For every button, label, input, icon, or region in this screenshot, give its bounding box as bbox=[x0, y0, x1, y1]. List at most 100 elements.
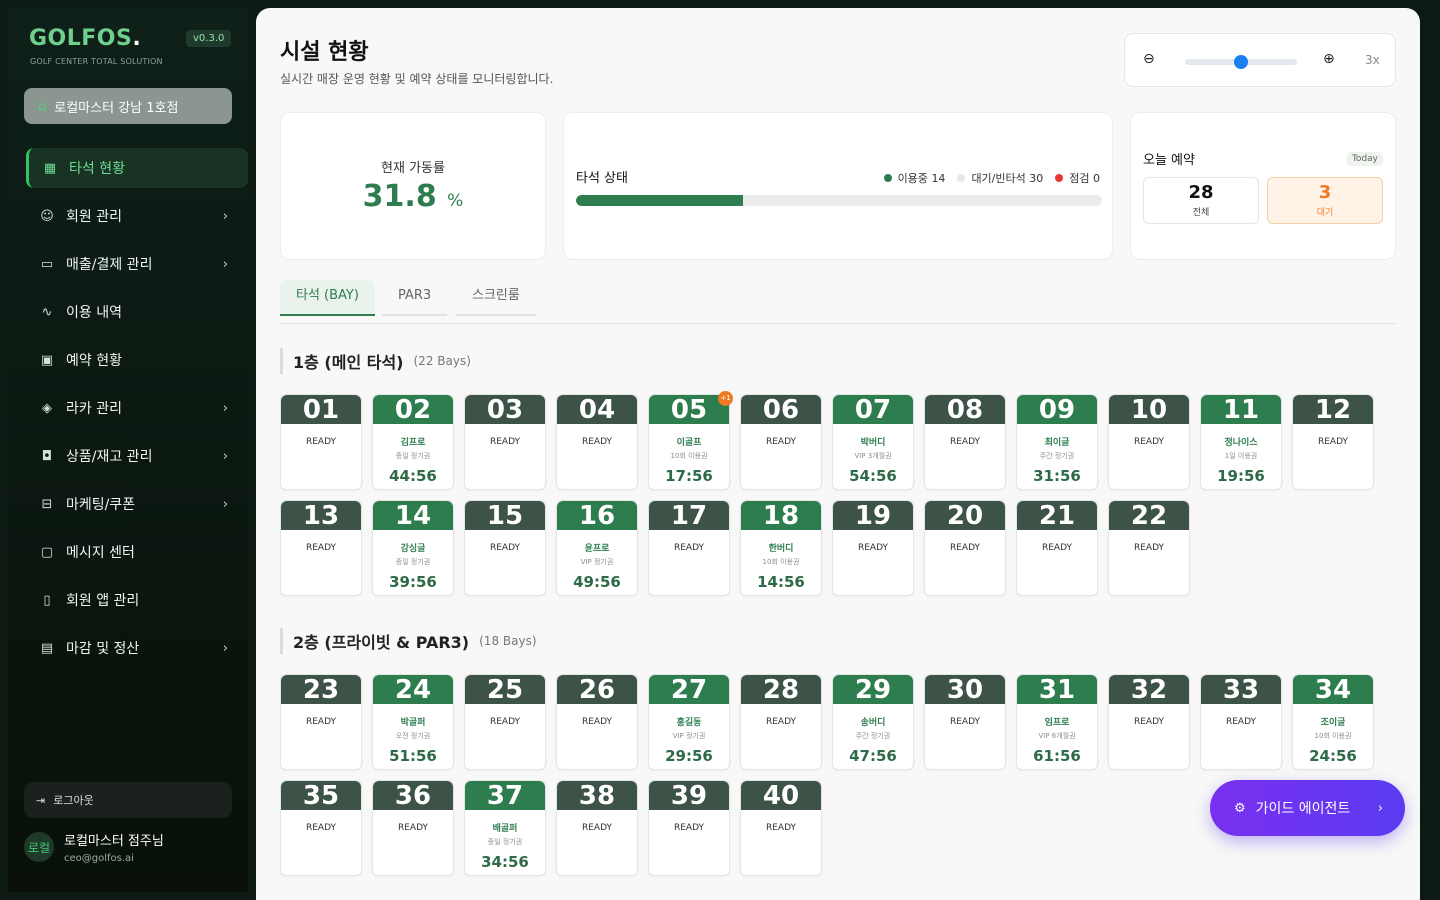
bay-card[interactable]: 06 READY bbox=[740, 394, 822, 490]
bay-card[interactable]: 03 READY bbox=[464, 394, 546, 490]
tab-2[interactable]: 스크린룸 bbox=[456, 280, 536, 316]
bay-card[interactable]: 08 READY bbox=[924, 394, 1006, 490]
bay-card[interactable]: 09 최이글 주간 정기권 31:56 bbox=[1016, 394, 1098, 490]
bay-card[interactable]: 11 정나이스 1일 이용권 19:56 bbox=[1200, 394, 1282, 490]
bay-number: 02 bbox=[373, 395, 453, 425]
bay-card[interactable]: 26 READY bbox=[556, 674, 638, 770]
bay-number: 10 bbox=[1109, 395, 1189, 425]
bay-card[interactable]: 10 READY bbox=[1108, 394, 1190, 490]
bay-number: 17 bbox=[649, 501, 729, 531]
calendar-icon: ▣ bbox=[40, 352, 54, 368]
bay-card[interactable]: 05 이골프 10회 이용권 17:56 +1 bbox=[648, 391, 733, 490]
brand-tagline: GOLF CENTER TOTAL SOLUTION bbox=[30, 57, 163, 66]
page-title: 시설 현황 bbox=[280, 40, 369, 65]
user-profile[interactable]: 로컬 로컬마스터 점주님 ceo@golfos.ai bbox=[24, 830, 164, 864]
bay-card[interactable]: 24 박골퍼 오전 정기권 51:56 bbox=[372, 674, 454, 770]
logout-button[interactable]: ⇥ 로그아웃 bbox=[24, 782, 232, 818]
zoom-out-icon[interactable]: ⊖ bbox=[1143, 51, 1155, 67]
bay-card[interactable]: 21 READY bbox=[1016, 500, 1098, 596]
bay-remaining-time: 31:56 bbox=[1033, 467, 1081, 485]
reservation-total-label: 전체 bbox=[1192, 208, 1210, 218]
sidebar-item-0[interactable]: ▦ 타석 현황 bbox=[26, 148, 248, 188]
bay-card[interactable]: 02 김프로 종일 정기권 44:56 bbox=[372, 394, 454, 490]
bay-card[interactable]: 33 READY bbox=[1200, 674, 1282, 770]
bay-number: 40 bbox=[741, 781, 821, 811]
sidebar-item-6[interactable]: ◘ 상품/재고 관리 › bbox=[26, 436, 248, 476]
bay-user: 윤프로 bbox=[584, 544, 610, 554]
bay-card[interactable]: 32 READY bbox=[1108, 674, 1190, 770]
reservation-total-box[interactable]: 28 전체 bbox=[1143, 177, 1259, 224]
sidebar: GOLFOS. GOLF CENTER TOTAL SOLUTION v0.3.… bbox=[8, 8, 248, 892]
bay-card[interactable]: 16 윤프로 VIP 정기권 49:56 bbox=[556, 500, 638, 596]
sidebar-item-9[interactable]: ▯ 회원 앱 관리 bbox=[26, 580, 248, 620]
brand-logo[interactable]: GOLFOS. bbox=[29, 26, 141, 51]
reservation-waiting: 3 bbox=[1318, 182, 1332, 203]
bay-user: 임프로 bbox=[1044, 718, 1070, 728]
bay-card[interactable]: 07 박버디 VIP 3개월권 54:56 bbox=[832, 394, 914, 490]
bay-number: 12 bbox=[1293, 395, 1373, 425]
bay-card[interactable]: 40 READY bbox=[740, 780, 822, 876]
sidebar-item-3[interactable]: ∿ 이용 내역 bbox=[26, 292, 248, 332]
bay-card[interactable]: 23 READY bbox=[280, 674, 362, 770]
tab-1[interactable]: PAR3 bbox=[382, 280, 448, 316]
tab-0[interactable]: 타석 (BAY) bbox=[280, 280, 375, 316]
sidebar-item-4[interactable]: ▣ 예약 현황 bbox=[26, 340, 248, 380]
zoom-in-icon[interactable]: ⊕ bbox=[1323, 51, 1335, 67]
bay-card[interactable]: 04 READY bbox=[556, 394, 638, 490]
bay-card[interactable]: 15 READY bbox=[464, 500, 546, 596]
store-selector-button[interactable]: ⌂ 로컬마스터 강남 1호점 bbox=[24, 88, 232, 124]
sidebar-item-7[interactable]: ⊟ 마케팅/쿠폰 › bbox=[26, 484, 248, 524]
bay-card[interactable]: 22 READY bbox=[1108, 500, 1190, 596]
bay-card[interactable]: 12 READY bbox=[1292, 394, 1374, 490]
bay-ready-status: READY bbox=[765, 823, 797, 833]
bay-card[interactable]: 31 임프로 VIP 6개월권 61:56 bbox=[1016, 674, 1098, 770]
bay-card[interactable]: 39 READY bbox=[648, 780, 730, 876]
chevron-right-icon: › bbox=[222, 208, 228, 224]
bay-ready-status: READY bbox=[489, 717, 521, 727]
sidebar-item-5[interactable]: ◈ 라카 관리 › bbox=[26, 388, 248, 428]
bay-remaining-time: 19:56 bbox=[1217, 467, 1265, 485]
bay-remaining-time: 61:56 bbox=[1033, 747, 1081, 765]
bay-card[interactable]: 38 READY bbox=[556, 780, 638, 876]
bay-card[interactable]: 37 배골퍼 종일 정기권 34:56 bbox=[464, 780, 546, 876]
store-icon: ⌂ bbox=[38, 98, 47, 114]
bay-ready-status: READY bbox=[949, 717, 981, 727]
bay-number: 14 bbox=[373, 501, 453, 531]
bay-card[interactable]: 14 강싱글 종일 정기권 39:56 bbox=[372, 500, 454, 596]
bay-card[interactable]: 34 조이글 10회 이용권 24:56 bbox=[1292, 674, 1374, 770]
zoom-slider-thumb[interactable] bbox=[1234, 55, 1248, 69]
bay-card[interactable]: 13 READY bbox=[280, 500, 362, 596]
bay-number: 08 bbox=[925, 395, 1005, 425]
users-icon: ☺ bbox=[40, 208, 54, 224]
reservation-waiting-box[interactable]: 3 대기 bbox=[1267, 177, 1383, 224]
main-content: 시설 현황 실시간 매장 운영 현황 및 예약 상태를 모니터링합니다. ⊖ ⊕… bbox=[256, 8, 1420, 900]
bay-remaining-time: 49:56 bbox=[573, 573, 621, 591]
bay-card[interactable]: 01 READY bbox=[280, 394, 362, 490]
bay-card[interactable]: 30 READY bbox=[924, 674, 1006, 770]
bay-card[interactable]: 36 READY bbox=[372, 780, 454, 876]
bay-card[interactable]: 28 READY bbox=[740, 674, 822, 770]
sidebar-item-2[interactable]: ▭ 매출/결제 관리 › bbox=[26, 244, 248, 284]
bay-card[interactable]: 35 READY bbox=[280, 780, 362, 876]
bay-remaining-time: 51:56 bbox=[389, 747, 437, 765]
zoom-slider[interactable] bbox=[1185, 55, 1297, 69]
bay-card[interactable]: 17 READY bbox=[648, 500, 730, 596]
bay-number: 07 bbox=[833, 395, 913, 425]
in-use-label: 이용중 bbox=[897, 172, 928, 185]
bay-user: 박골퍼 bbox=[400, 718, 426, 728]
facility-tabs: 타석 (BAY) PAR3 스크린룸 bbox=[280, 278, 1396, 324]
bay-number: 04 bbox=[557, 395, 637, 425]
bay-card[interactable]: 29 송버디 주간 정기권 47:56 bbox=[832, 674, 914, 770]
bay-card[interactable]: 27 홍길동 VIP 정기권 29:56 bbox=[648, 674, 730, 770]
bay-card[interactable]: 20 READY bbox=[924, 500, 1006, 596]
bay-card[interactable]: 19 READY bbox=[832, 500, 914, 596]
guide-agent-button[interactable]: ⚙ 가이드 에이전트 › bbox=[1210, 780, 1405, 836]
bay-number: 34 bbox=[1293, 675, 1373, 705]
bay-number: 29 bbox=[833, 675, 913, 705]
bay-card[interactable]: 25 READY bbox=[464, 674, 546, 770]
sidebar-item-1[interactable]: ☺ 회원 관리 › bbox=[26, 196, 248, 236]
sidebar-item-8[interactable]: ▢ 메시지 센터 bbox=[26, 532, 248, 572]
bay-card[interactable]: 18 한버디 10회 이용권 14:56 bbox=[740, 500, 822, 596]
reservation-total: 28 bbox=[1188, 182, 1214, 203]
sidebar-item-10[interactable]: ▤ 마감 및 정산 › bbox=[26, 628, 248, 668]
